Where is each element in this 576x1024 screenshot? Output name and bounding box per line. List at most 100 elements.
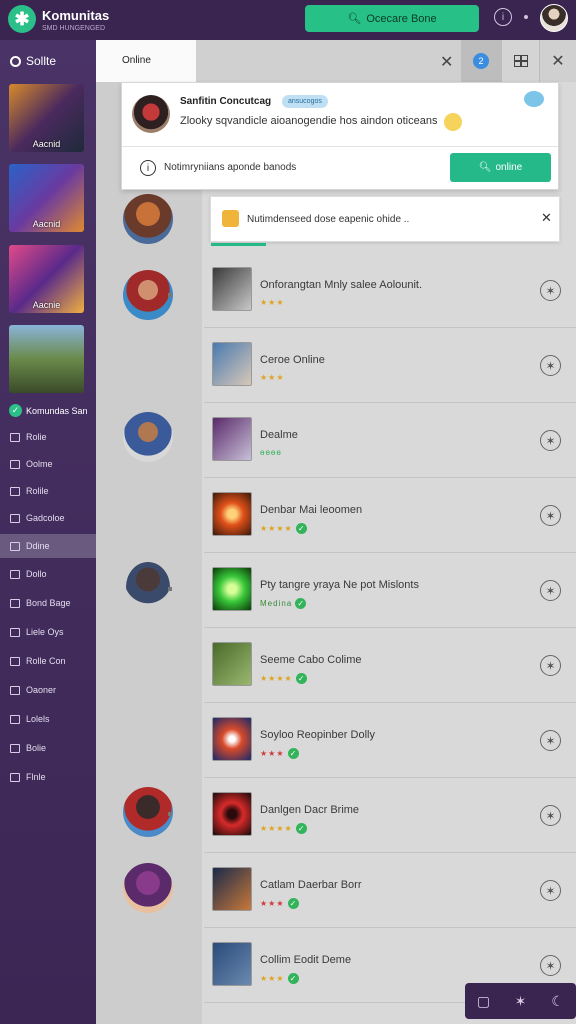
favorite-star-icon[interactable]: ✶ [540,880,561,901]
brand-subtitle: SMD HUNGENGED [42,25,106,32]
sidebar-item-7[interactable]: Bond Bage [0,591,96,615]
sidebar-item-1[interactable]: Rolie [0,425,96,449]
verified-icon: ✓ [295,523,307,534]
favorite-star-icon[interactable]: ✶ [540,730,561,751]
notification-avatar[interactable] [132,95,170,133]
star-icon[interactable]: ✶ [511,991,531,1011]
rating-stars: ѳѳѳѳ [260,448,282,457]
favorite-star-icon[interactable]: ✶ [540,430,561,451]
sidebar-item-label: Dollo [26,569,47,579]
sidebar-title-icon [10,55,21,67]
app-logo[interactable]: ✱ [8,5,36,33]
game-meta: ★★★★ ✓ [260,823,307,834]
notification-card: Sanfitin Concutcag ansucogos Zlooky sqva… [121,82,559,190]
sidebar-item-label: Bond Bage [26,598,71,608]
rating-stars: ★★★★ [260,824,293,833]
sidebar-thumb-2[interactable]: Aacnid [9,164,84,232]
item-icon [10,459,20,469]
sidebar-item-label: Oolme [26,459,53,469]
bottom-dock: ▢ ✶ ☾ [465,983,576,1019]
game-meta: Medina ✓ [260,598,307,609]
game-meta: ѳѳѳѳ [260,448,282,457]
friend-avatar[interactable] [123,194,173,244]
reaction-icon[interactable] [524,91,544,107]
favorite-star-icon[interactable]: ✶ [540,955,561,976]
friend-avatar[interactable] [126,562,170,612]
sidebar-thumb-3[interactable]: Aacnie [9,245,84,313]
list-item[interactable]: Danlgen Dacr Brime ★★★★ ✓ ✶ [204,778,576,853]
status-dot-icon [168,587,172,591]
sidebar-title[interactable]: Sollte [10,54,56,68]
notification-tab[interactable]: 2 [461,40,501,82]
sidebar-thumb-label: Aacnid [32,139,61,149]
sidebar-item-3[interactable]: Rolile [0,479,96,503]
close-icon[interactable]: ✕ [541,210,552,226]
sidebar-item-label: Lolels [26,714,50,724]
sidebar-item-label: Oaoner [26,685,57,695]
sidebar-thumb-1[interactable]: Aacnid [9,84,84,152]
favorite-star-icon[interactable]: ✶ [540,805,561,826]
game-meta: ★★★ ✓ [260,973,299,984]
sidebar-item-13[interactable]: Flnle [0,765,96,789]
sidebar-item-12[interactable]: Bolie [0,736,96,760]
sidebar-item-4[interactable]: Gadcoloe [0,506,96,530]
moon-icon[interactable]: ☾ [548,991,568,1011]
game-title: Dealme [260,429,298,441]
user-avatar[interactable] [540,4,568,32]
favorite-star-icon[interactable]: ✶ [540,355,561,376]
search-button[interactable]: 🔍︎ Ocecare Bone [305,5,479,32]
list-item[interactable]: Pty tangre yraya Ne pot Mislonts Medina ✓… [204,553,576,628]
menu-dot-icon[interactable] [524,15,528,19]
favorite-star-icon[interactable]: ✶ [540,580,561,601]
grid-view-button[interactable] [501,40,539,82]
close-icon[interactable]: ✕ [440,52,453,72]
online-button[interactable]: 🔍︎ online [450,153,551,182]
list-item[interactable]: Soyloo Reopinber Dolly ★★★ ✓ ✶ [204,703,576,778]
rating-stars: ★★★ [260,298,285,307]
friend-avatar[interactable] [123,412,173,462]
friend-avatar[interactable] [123,863,173,913]
sidebar-title-label: Sollte [26,54,57,68]
rating-stars: ★★★ [260,373,285,382]
friend-avatar[interactable] [123,787,173,837]
sidebar-item-8[interactable]: Liele Oys [0,620,96,644]
favorite-star-icon[interactable]: ✶ [540,505,561,526]
sidebar-item-2[interactable]: Oolme [0,452,96,476]
status-dot-icon [168,293,172,297]
sidebar-item-10[interactable]: Oaoner [0,678,96,702]
item-icon [10,772,20,782]
sidebar-item-11[interactable]: Lolels [0,707,96,731]
list-item[interactable]: Dealme ѳѳѳѳ ✶ [204,403,576,478]
sidebar-thumb-4[interactable] [9,325,84,393]
sidebar-community-item[interactable]: ✓ Komundas San [9,404,88,417]
item-icon [10,714,20,724]
sidebar-item-label: Liele Oys [26,627,64,637]
chat-icon[interactable]: ▢ [474,991,494,1011]
sidebar-item-9[interactable]: Rolle Con [0,649,96,673]
rating-stars: ★★★ [260,749,285,758]
game-meta: ★★★ [260,298,285,307]
list-item[interactable]: Denbar Mai leoomen ★★★★ ✓ ✶ [204,478,576,553]
list-item[interactable]: Catlam Daerbar Borr ★★★ ✓ ✶ [204,853,576,928]
item-icon [10,432,20,442]
info-icon[interactable]: i [494,8,512,26]
favorite-star-icon[interactable]: ✶ [540,280,561,301]
notification-message: Zlooky sqvandicle aioanogendie hos aindo… [180,115,438,127]
sidebar-item-label: Gadcoloe [26,513,65,523]
game-meta: ★★★ ✓ [260,748,299,759]
list-item[interactable]: Onforangtan Mnly salee Aolounit. ★★★ ✶ [204,253,576,328]
game-title: Danlgen Dacr Brime [260,804,360,816]
friend-avatar[interactable] [123,270,173,320]
game-meta: ★★★★ ✓ [260,673,307,684]
list-item[interactable]: Ceroe Online ★★★ ✶ [204,328,576,403]
sidebar-item-6[interactable]: Dollo [0,562,96,586]
item-icon [10,513,20,523]
game-title: Onforangtan Mnly salee Aolounit. [260,279,423,291]
logo-icon: ✱ [14,8,30,29]
favorite-star-icon[interactable]: ✶ [540,655,561,676]
divider [122,146,558,147]
close-panel-icon[interactable]: ✕ [539,40,576,82]
list-item[interactable]: Seeme Cabo Colime ★★★★ ✓ ✶ [204,628,576,703]
sidebar-item-5[interactable]: Ddine [0,534,96,558]
tab-online[interactable]: Online [96,40,196,82]
